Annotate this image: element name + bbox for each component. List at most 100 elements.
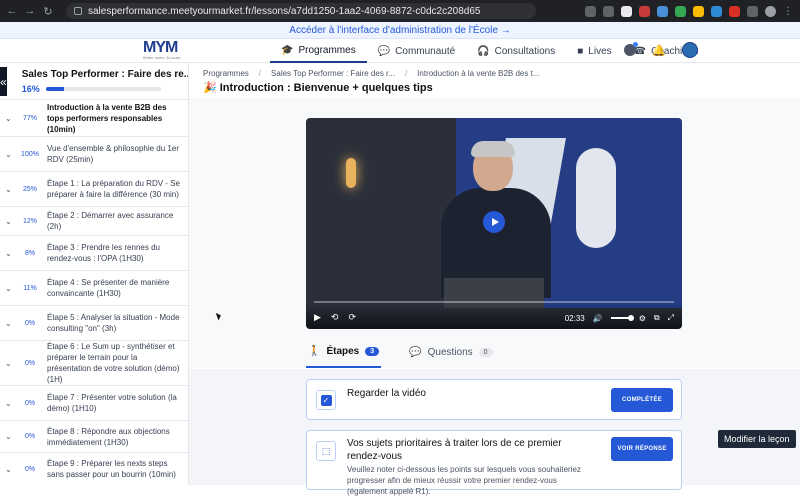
mym-logo[interactable]: MYM Better sales. At scale. [143, 40, 183, 61]
view-answer-button[interactable]: VOIR RÉPONSE [611, 437, 673, 461]
extension-icon[interactable] [585, 5, 596, 17]
form-icon: ⬚ [321, 445, 331, 456]
chevron-down-icon[interactable]: ⌄ [5, 284, 15, 293]
step-checkbox[interactable]: ⬚ [316, 441, 336, 461]
lesson-title: Étape 7 : Présenter votre solution (la d… [47, 393, 177, 413]
tab-label: Questions [427, 347, 473, 358]
course-progress-percent: 16% [21, 84, 40, 94]
admin-banner[interactable]: Accéder à l'interface d'administration d… [0, 22, 800, 39]
nav-label: Communauté [395, 45, 456, 57]
play-icon[interactable]: ▶ [314, 312, 321, 323]
sidebar-lesson-item[interactable]: ⌄ 12% Étape 2 : Démarrer avec assurance (2… [0, 207, 188, 236]
settings-gear-icon[interactable]: ⚙ [639, 314, 646, 323]
avatar[interactable] [682, 42, 698, 58]
chevron-down-icon[interactable]: ⌄ [5, 432, 15, 441]
tab-count-badge: 3 [365, 347, 380, 356]
volume-icon[interactable]: 🔊 [593, 314, 603, 323]
lesson-tabs: 🚶 Étapes 3 💬 Questions 0 [306, 337, 495, 368]
tab-questions[interactable]: 💬 Questions 0 [407, 337, 494, 368]
puzzle-icon[interactable] [747, 5, 758, 17]
forward-icon[interactable]: → [24, 5, 36, 17]
reload-icon[interactable]: ↻ [42, 5, 54, 18]
video-controls-left: ▶ ⟲ ⟳ [314, 312, 356, 323]
sidebar-lesson-item[interactable]: ⌄ 77% Introduction à la vente B2B des tops… [0, 100, 188, 137]
menu-icon[interactable]: ⋮ [783, 6, 794, 17]
bookmark-star-icon[interactable] [603, 5, 614, 17]
sidebar-lesson-item[interactable]: ⌄ 25% Étape 1 : La préparation du RDV - Se… [0, 172, 188, 207]
tab-label: Étapes [326, 346, 360, 357]
tab-etapes[interactable]: 🚶 Étapes 3 [306, 337, 382, 368]
nav-consultations[interactable]: 🎧 Consultations [466, 39, 566, 63]
fullscreen-icon[interactable]: ⤢ [668, 313, 674, 323]
lesson-progress-percent: 100% [21, 150, 39, 158]
steps-icon: 🚶 [308, 346, 321, 357]
chevron-down-icon[interactable]: ⌄ [5, 217, 15, 226]
lesson-progress-percent: 0% [24, 399, 36, 407]
extension-icon[interactable] [675, 5, 686, 17]
edit-lesson-tooltip[interactable]: Modifier la leçon [718, 430, 796, 448]
step-card-priorities: ⬚ Vos sujets prioritaires à traiter lors… [306, 430, 682, 496]
volume-slider[interactable] [610, 315, 634, 321]
question-icon: 💬 [409, 347, 422, 358]
forward-10-icon[interactable]: ⟳ [348, 312, 356, 323]
sidebar-lesson-item[interactable]: ⌄ 11% Étape 4 : Se présenter de manière co… [0, 271, 188, 306]
video-player[interactable]: ▶ ⟲ ⟳ 02:33 🔊 ⚙ ⧉ ⤢ [306, 118, 682, 329]
page-title: 🎉 Introduction : Bienvenue + quelques ti… [203, 82, 433, 94]
nav-communaute[interactable]: 💬 Communauté [367, 39, 466, 63]
play-overlay-button[interactable] [483, 211, 505, 233]
course-header: « Sales Top Performer : Faire des re... … [0, 63, 188, 100]
breadcrumb-item[interactable]: Introduction à la vente B2B des t... [417, 69, 539, 78]
lesson-progress-percent: 8% [24, 249, 36, 257]
lesson-progress-percent: 11% [23, 284, 37, 292]
extension-icon[interactable] [693, 5, 704, 17]
bell-icon[interactable]: 🔔 [652, 44, 666, 57]
browser-toolbar: ← → ↻ salesperformance.meetyourmarket.fr… [0, 0, 800, 22]
presenter-hair [471, 141, 515, 157]
step-checkbox[interactable]: ✓ [316, 390, 336, 410]
extension-icon[interactable] [639, 5, 650, 17]
lesson-progress-percent: 12% [22, 217, 37, 225]
chevron-down-icon[interactable]: ⌄ [5, 319, 15, 328]
nav-lives[interactable]: ■ Lives [566, 39, 622, 63]
chevron-down-icon[interactable]: ⌄ [5, 359, 15, 368]
nav-programmes[interactable]: 🎓 Programmes [270, 39, 367, 63]
back-icon[interactable]: ← [6, 5, 18, 17]
collapse-sidebar-button[interactable]: « [0, 67, 7, 96]
lesson-title: Étape 4 : Se présenter de manière convai… [47, 278, 170, 298]
chevron-down-icon[interactable]: ⌄ [5, 465, 15, 474]
breadcrumb-item[interactable]: Sales Top Performer : Faire des r... [271, 69, 395, 78]
chevron-down-icon[interactable]: ⌄ [5, 249, 15, 258]
sidebar-lesson-item[interactable]: ⌄ 8% Étape 3 : Prendre les rennes du rende… [0, 236, 188, 271]
breadcrumb-item[interactable]: Programmes [203, 69, 249, 78]
sidebar-lesson-item[interactable]: ⌄ 0% Étape 8 : Répondre aux objections imm… [0, 421, 188, 453]
chevron-down-icon[interactable]: ⌄ [5, 114, 15, 123]
profile-icon[interactable] [765, 5, 776, 17]
lesson-title: Vue d'ensemble & philosophie du 1er RDV … [47, 144, 179, 164]
lesson-progress-percent: 0% [24, 465, 36, 473]
sidebar-lesson-item[interactable]: ⌄ 100% Vue d'ensemble & philosophie du 1er… [0, 137, 188, 172]
breadcrumb-separator: / [258, 69, 262, 78]
extension-icon[interactable] [657, 5, 668, 17]
extension-icon[interactable] [621, 5, 632, 17]
rewind-10-icon[interactable]: ⟲ [331, 312, 339, 323]
completed-button[interactable]: COMPLÉTÉE [611, 388, 673, 412]
sidebar-lesson-item[interactable]: ⌄ 0% Étape 6 : Le Sum up - synthétiser et … [0, 341, 188, 386]
chevron-down-icon[interactable]: ⌄ [5, 185, 15, 194]
chevron-down-icon[interactable]: ⌄ [5, 150, 15, 159]
address-bar[interactable]: salesperformance.meetyourmarket.fr/lesso… [66, 3, 536, 19]
admin-banner-link[interactable]: Accéder à l'interface d'administration d… [289, 25, 510, 36]
lesson-progress-percent: 0% [24, 359, 36, 367]
popout-icon[interactable]: ⧉ [654, 313, 660, 323]
chat-icon: 💬 [377, 45, 391, 57]
step-description: Veuillez noter ci-dessous les points sur… [347, 465, 581, 496]
sidebar-lesson-item[interactable]: ⌄ 0% Étape 7 : Présenter votre solution (l… [0, 386, 188, 421]
video-progress-bar[interactable] [314, 301, 674, 303]
extension-icon[interactable] [729, 5, 740, 17]
sidebar-lesson-item[interactable]: ⌄ 0% Étape 5 : Analyser la situation - Mod… [0, 306, 188, 341]
site-info-icon[interactable] [74, 7, 82, 15]
sidebar-lesson-item[interactable]: ⌄ 0% Étape 9 : Préparer les nexts steps sa… [0, 453, 188, 485]
chevron-down-icon[interactable]: ⌄ [5, 399, 15, 408]
extension-icon[interactable] [711, 5, 722, 17]
messages-icon[interactable] [624, 42, 639, 56]
course-sidebar: « Sales Top Performer : Faire des re... … [0, 63, 189, 485]
